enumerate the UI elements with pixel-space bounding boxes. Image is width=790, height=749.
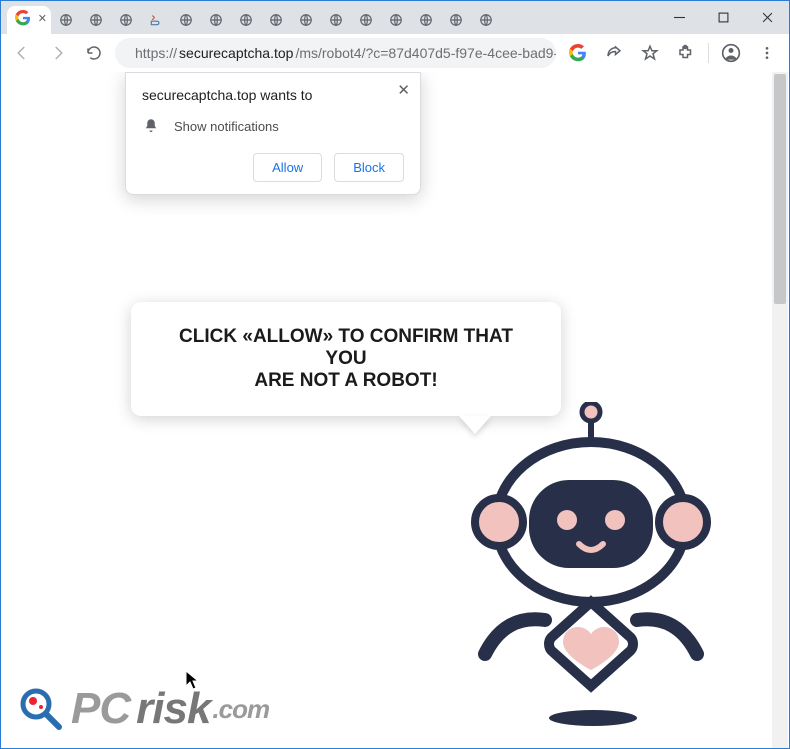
tab-inactive[interactable]	[261, 6, 291, 34]
notification-permission-dialog: ✕ securecaptcha.top wants to Show notifi…	[125, 72, 421, 195]
back-button[interactable]	[7, 38, 37, 68]
url-scheme: https://	[135, 45, 177, 61]
permission-origin-text: securecaptcha.top wants to	[142, 87, 404, 103]
robot-illustration	[421, 402, 751, 732]
forward-button[interactable]	[43, 38, 73, 68]
globe-icon	[299, 13, 313, 27]
bubble-line-2: ARE NOT A ROBOT!	[157, 370, 535, 392]
watermark-risk: risk	[136, 684, 210, 734]
share-icon	[605, 44, 623, 62]
profile-button[interactable]	[715, 37, 747, 69]
tab-inactive[interactable]	[291, 6, 321, 34]
extensions-button[interactable]	[670, 37, 702, 69]
dialog-close-button[interactable]: ✕	[397, 81, 410, 99]
globe-icon	[239, 13, 253, 27]
window-minimize-button[interactable]	[657, 4, 701, 32]
reload-button[interactable]	[79, 38, 109, 68]
allow-button[interactable]: Allow	[253, 153, 322, 182]
google-g-icon	[569, 44, 587, 62]
search-google-button[interactable]	[562, 37, 594, 69]
puzzle-icon	[677, 44, 695, 62]
globe-icon	[119, 13, 133, 27]
globe-icon	[479, 13, 493, 27]
tab-inactive[interactable]	[471, 6, 501, 34]
bookmark-button[interactable]	[634, 37, 666, 69]
google-g-icon	[15, 10, 31, 31]
permission-capability-text: Show notifications	[174, 119, 279, 134]
window-close-button[interactable]	[745, 4, 789, 32]
speech-bubble: CLICK «ALLOW» TO CONFIRM THAT YOU ARE NO…	[131, 302, 561, 416]
globe-icon	[389, 13, 403, 27]
menu-button[interactable]	[751, 37, 783, 69]
globe-icon	[419, 13, 433, 27]
watermark-pc: PC	[71, 684, 130, 734]
globe-icon	[209, 13, 223, 27]
share-button[interactable]	[598, 37, 630, 69]
window-controls	[657, 1, 789, 34]
url-path: /ms/robot4/?c=87d407d5-f97e-4cee-bad9-29…	[295, 45, 556, 61]
tab-inactive[interactable]	[381, 6, 411, 34]
star-icon	[641, 44, 659, 62]
globe-icon	[59, 13, 73, 27]
globe-icon	[269, 13, 283, 27]
reload-icon	[85, 44, 103, 62]
bubble-line-1: CLICK «ALLOW» TO CONFIRM THAT YOU	[157, 326, 535, 370]
globe-icon	[179, 13, 193, 27]
bell-icon	[142, 117, 160, 135]
tab-inactive[interactable]	[231, 6, 261, 34]
watermark-suffix: .com	[212, 694, 269, 725]
tab-inactive[interactable]	[81, 6, 111, 34]
scrollbar-vertical[interactable]	[772, 72, 788, 748]
tab-inactive[interactable]	[201, 6, 231, 34]
page-viewport: ✕ securecaptcha.top wants to Show notifi…	[0, 72, 790, 749]
tab-close-icon[interactable]: ✕	[38, 12, 47, 25]
window-maximize-button[interactable]	[701, 4, 745, 32]
globe-icon	[89, 13, 103, 27]
url-host: securecaptcha.top	[179, 45, 293, 61]
tab-inactive[interactable]	[411, 6, 441, 34]
globe-icon	[359, 13, 373, 27]
tab-inactive[interactable]	[351, 6, 381, 34]
block-button[interactable]: Block	[334, 153, 404, 182]
kebab-icon	[759, 45, 775, 61]
watermark: PCrisk.com	[19, 684, 269, 734]
tab-inactive[interactable]	[441, 6, 471, 34]
person-icon	[721, 43, 741, 63]
globe-icon	[449, 13, 463, 27]
tab-inactive[interactable]	[141, 6, 171, 34]
arrow-left-icon	[13, 44, 31, 62]
magnifier-icon	[19, 687, 63, 731]
tab-inactive[interactable]	[321, 6, 351, 34]
arrow-right-icon	[49, 44, 67, 62]
java-cup-icon	[149, 13, 163, 27]
window-titlebar: ✕	[0, 0, 790, 34]
tab-active[interactable]: ✕	[7, 6, 51, 34]
tab-strip: ✕	[1, 1, 657, 34]
mouse-cursor-icon	[185, 670, 199, 690]
tab-inactive[interactable]	[111, 6, 141, 34]
address-bar[interactable]: https:// securecaptcha.top /ms/robot4/?c…	[115, 38, 556, 68]
browser-toolbar: https:// securecaptcha.top /ms/robot4/?c…	[0, 34, 790, 72]
toolbar-divider	[708, 43, 709, 63]
tab-inactive[interactable]	[51, 6, 81, 34]
scrollbar-thumb[interactable]	[774, 74, 786, 304]
globe-icon	[329, 13, 343, 27]
tab-inactive[interactable]	[171, 6, 201, 34]
